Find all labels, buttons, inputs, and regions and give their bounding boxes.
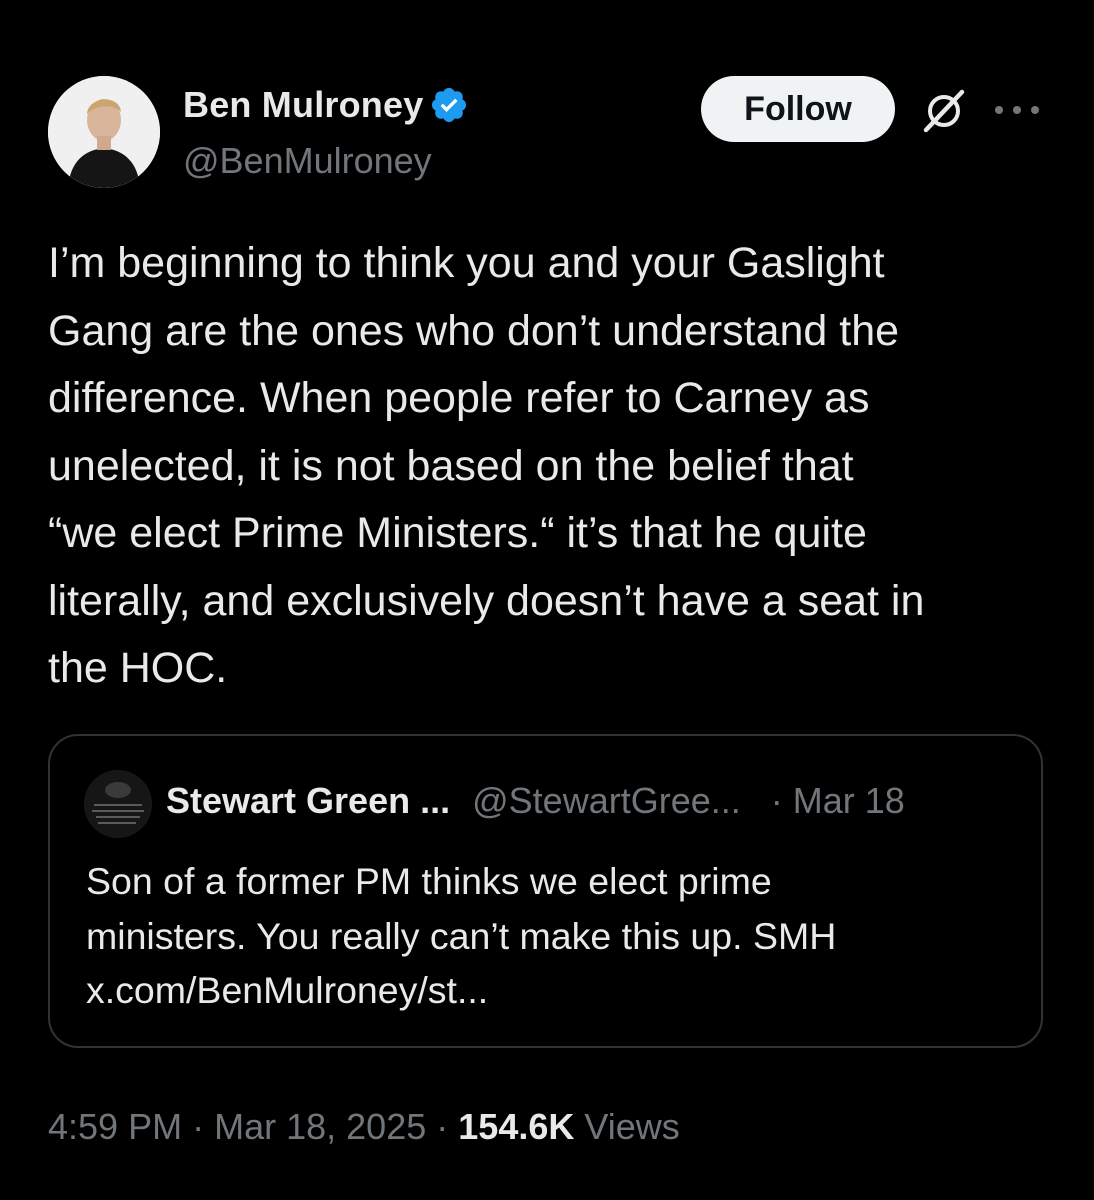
views-count: 154.6K [458,1106,575,1147]
follow-button[interactable]: Follow [701,76,895,142]
quoted-author-name: Stewart Green ... [166,780,451,821]
quoted-author-row: Stewart Green ... @StewartGree... · Mar … [166,780,905,822]
author-handle[interactable]: @BenMulroney [183,140,432,182]
tweet-date[interactable]: Mar 18, 2025 [214,1106,426,1147]
author-display-name[interactable]: Ben Mulroney [183,84,423,126]
views-label: Views [584,1106,680,1147]
quoted-separator: · [770,780,783,821]
quoted-tweet-card[interactable]: Stewart Green ... @StewartGree... · Mar … [48,734,1043,1048]
meta-separator: · [436,1106,449,1147]
tweet-metadata: 4:59 PM · Mar 18, 2025 · 154.6K Views [48,1106,680,1148]
quoted-date: Mar 18 [792,780,905,821]
author-avatar[interactable] [48,76,160,188]
quoted-author-avatar [84,770,152,838]
grok-icon[interactable] [921,88,967,134]
author-name-row: Ben Mulroney [183,84,469,126]
verified-badge-icon[interactable] [429,85,469,125]
quoted-tweet-text: Son of a former PM thinks we elect prime… [86,860,837,1011]
tweet-header: Ben Mulroney @BenMulroney Follow [48,76,1048,188]
quoted-author-handle: @StewartGree... [472,780,741,821]
tweet-time[interactable]: 4:59 PM [48,1106,182,1147]
tweet-text: I’m beginning to think you and your Gasl… [48,239,925,692]
more-icon[interactable] [990,98,1044,122]
meta-separator: · [192,1106,205,1147]
